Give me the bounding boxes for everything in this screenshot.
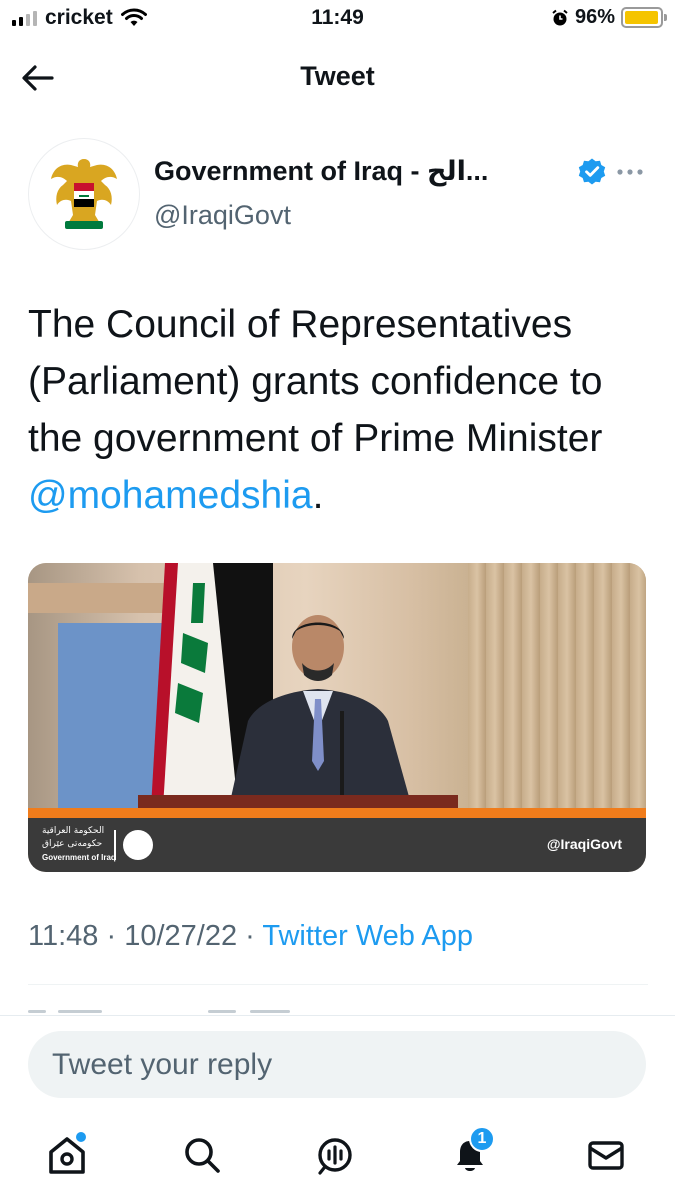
media-photo [28, 563, 646, 808]
divider [28, 984, 648, 985]
more-options-button[interactable] [612, 160, 648, 184]
media-footer-english: Government of Iraq [42, 853, 116, 862]
page-title: Tweet [300, 61, 375, 91]
tab-home[interactable] [42, 1130, 92, 1180]
reply-box[interactable] [28, 1031, 646, 1098]
battery-fill [625, 11, 658, 24]
media-footer-arabic-2: حكومەتی عێراق [42, 839, 103, 849]
tweet-media-image[interactable]: الحكومة العراقية حكومەتی عێراق Governmen… [28, 563, 646, 872]
media-footer-handle: @IraqiGovt [546, 836, 622, 852]
tweet-time: 11:48 [28, 920, 99, 952]
tab-bar: 1 [0, 1118, 675, 1200]
meta-separator: · [245, 920, 263, 952]
tweet-author: Government of Iraq - الح... @IraqiGovt [28, 138, 648, 250]
coat-of-arms-icon [51, 159, 117, 229]
media-emblem-icon [123, 830, 153, 860]
podium [138, 795, 458, 808]
avatar[interactable] [28, 138, 140, 250]
stats-row-peek [28, 1004, 648, 1014]
media-stripe [28, 808, 646, 818]
reply-input[interactable] [52, 1047, 612, 1083]
author-name[interactable]: Government of Iraq - الح... [154, 156, 488, 187]
more-horizontal-icon [617, 169, 643, 175]
tab-notifications[interactable]: 1 [445, 1126, 495, 1180]
divider [0, 1015, 675, 1016]
spaces-icon [318, 1138, 352, 1175]
alarm-icon [552, 9, 568, 25]
tweet-text-body: The Council of Representatives (Parliame… [28, 303, 603, 460]
media-footer: الحكومة العراقية حكومەتی عێراق Governmen… [28, 818, 646, 872]
meta-separator: · [106, 920, 125, 952]
speaker-photo [228, 615, 413, 808]
notifications-badge: 1 [469, 1126, 495, 1152]
author-handle[interactable]: @IraqiGovt [154, 200, 291, 231]
verified-badge-icon [578, 158, 606, 185]
tweet-date: 10/27/22 [124, 920, 238, 952]
curtain [468, 563, 646, 808]
tweet-source-link[interactable]: Twitter Web App [262, 920, 473, 952]
tweet-text-end: . [312, 474, 324, 517]
tweet-text: The Council of Representatives (Parliame… [28, 296, 648, 524]
tab-spaces[interactable] [310, 1130, 360, 1180]
status-right: 96% [551, 6, 667, 29]
media-footer-arabic-1: الحكومة العراقية [42, 826, 105, 836]
media-footer-divider [114, 830, 116, 860]
nav-header: Tweet [0, 48, 675, 106]
tab-messages[interactable] [581, 1130, 631, 1180]
mention-link[interactable]: @mohamedshia [28, 474, 313, 517]
battery-icon [621, 7, 667, 28]
battery-percent: 96% [574, 6, 615, 28]
tab-search[interactable] [177, 1130, 227, 1180]
search-icon [185, 1138, 220, 1173]
mail-icon [588, 1141, 624, 1170]
tweet-meta: 11:48 · 10/27/22 · Twitter Web App [28, 920, 473, 953]
status-bar: cricket 11:49 96% [0, 0, 675, 38]
home-notification-dot [76, 1132, 86, 1142]
